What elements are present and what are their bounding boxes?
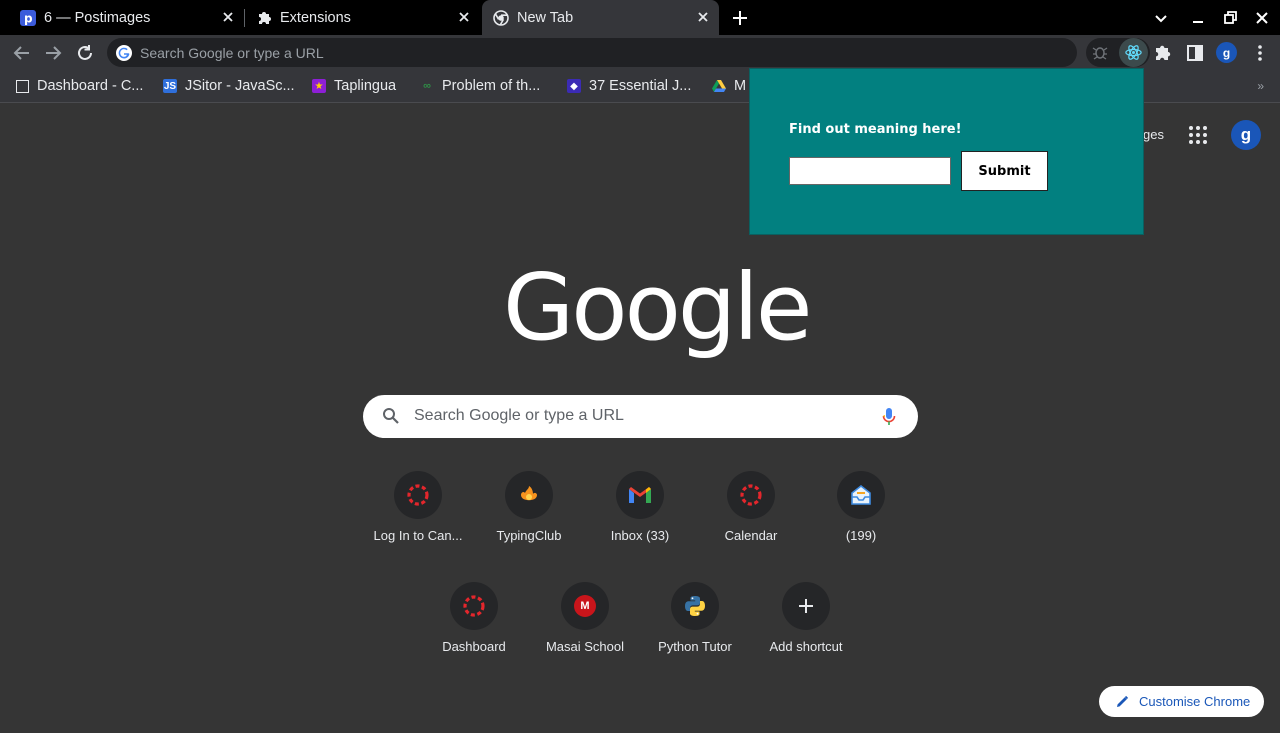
- shortcut-label: (199): [845, 528, 877, 543]
- close-window-icon[interactable]: [1252, 8, 1272, 28]
- shortcut-label: Log In to Can...: [373, 528, 463, 543]
- gmail-icon: [616, 471, 664, 519]
- side-panel-icon[interactable]: [1185, 43, 1205, 63]
- forward-arrow-icon[interactable]: [42, 42, 64, 64]
- bookmark-label: JSitor - JavaSc...: [185, 78, 295, 94]
- google-g-icon: [116, 44, 132, 61]
- react-devtools-button[interactable]: [1119, 38, 1148, 67]
- new-tab-plus-icon[interactable]: [729, 7, 751, 29]
- toptal-icon: ◆: [567, 79, 581, 93]
- bookmark-label: M: [734, 78, 747, 94]
- tab-title: 6 — Postimages: [44, 9, 151, 26]
- page-icon: [16, 79, 29, 93]
- chrome-icon: [493, 9, 509, 26]
- customise-chrome-button[interactable]: Customise Chrome: [1099, 686, 1264, 717]
- restore-icon[interactable]: [1220, 8, 1240, 28]
- extensions-pill: [1086, 38, 1150, 67]
- tab-postimages[interactable]: p 6 — Postimages: [12, 0, 244, 35]
- bookmark-label: Problem of th...: [442, 78, 541, 94]
- tab-extensions[interactable]: Extensions: [248, 0, 480, 35]
- shortcut-tile[interactable]: Calendar: [695, 471, 807, 581]
- shortcut-tile[interactable]: Python Tutor: [639, 582, 751, 692]
- google-logo: Google: [503, 254, 812, 361]
- bookmark-item[interactable]: ∞ Problem of th...: [420, 70, 540, 102]
- bookmark-item[interactable]: ★ Taplingua: [312, 70, 396, 102]
- shortcut-label: TypingClub: [496, 528, 562, 543]
- microphone-icon[interactable]: [882, 407, 896, 427]
- bookmark-item[interactable]: M: [712, 70, 746, 102]
- pencil-icon: [1117, 695, 1129, 707]
- react-icon: [1125, 45, 1142, 60]
- shortcut-label: Inbox (33): [610, 528, 670, 543]
- canvas-icon: [727, 471, 775, 519]
- inbox-tray-icon: [837, 471, 885, 519]
- postimages-icon: p: [20, 9, 36, 26]
- close-icon[interactable]: [458, 11, 470, 23]
- tab-title: Extensions: [280, 9, 351, 26]
- shortcut-tile[interactable]: Log In to Can...: [362, 471, 474, 581]
- tab-strip: p 6 — Postimages Extensions New Tab: [0, 0, 1280, 35]
- bookmark-label: 37 Essential J...: [589, 78, 692, 94]
- omnibox-placeholder: Search Google or type a URL: [140, 44, 324, 61]
- ntp-search-box[interactable]: Search Google or type a URL: [363, 395, 918, 438]
- shortcut-label: Python Tutor: [658, 639, 732, 654]
- svg-text:p: p: [24, 11, 33, 25]
- shortcut-tile[interactable]: TypingClub: [473, 471, 585, 581]
- bookmark-label: Taplingua: [334, 78, 397, 94]
- jsitor-icon: JS: [163, 79, 177, 93]
- extension-popup: Find out meaning here! Submit: [749, 68, 1144, 235]
- submit-button[interactable]: Submit: [961, 151, 1048, 191]
- drive-icon: [712, 79, 726, 93]
- masai-letter: M: [574, 595, 596, 617]
- bookmarks-overflow-icon[interactable]: »: [1257, 79, 1264, 93]
- add-shortcut-tile[interactable]: Add shortcut: [750, 582, 862, 692]
- typingclub-icon: [505, 471, 553, 519]
- puzzle-icon: [256, 10, 272, 26]
- extensions-puzzle-icon[interactable]: [1153, 43, 1173, 63]
- popup-title: Find out meaning here!: [789, 122, 962, 137]
- search-placeholder: Search Google or type a URL: [414, 407, 624, 424]
- toolbar: Search Google or type a URL: [0, 35, 1280, 70]
- close-icon[interactable]: [697, 11, 709, 23]
- shortcut-label: Masai School: [545, 639, 625, 654]
- shortcut-tile[interactable]: Inbox (33): [584, 471, 696, 581]
- tab-new-tab[interactable]: New Tab: [482, 0, 719, 35]
- word-input[interactable]: [789, 157, 951, 185]
- canvas-icon: [450, 582, 498, 630]
- shortcut-tile[interactable]: M Masai School: [529, 582, 641, 692]
- kebab-menu-icon[interactable]: [1250, 43, 1270, 63]
- bookmark-item[interactable]: Dashboard - C...: [16, 70, 143, 102]
- tab-title: New Tab: [517, 9, 574, 26]
- bookmark-label: Dashboard - C...: [37, 78, 144, 94]
- profile-avatar[interactable]: g: [1216, 42, 1237, 63]
- account-avatar[interactable]: g: [1231, 120, 1261, 150]
- shortcut-label: Dashboard: [442, 639, 506, 654]
- shortcut-tile[interactable]: (199): [805, 471, 917, 581]
- shortcut-label: Calendar: [724, 528, 778, 543]
- bookmark-item[interactable]: JS JSitor - JavaSc...: [163, 70, 295, 102]
- bug-icon[interactable]: [1090, 42, 1110, 62]
- shortcut-tile[interactable]: Dashboard: [418, 582, 530, 692]
- back-arrow-icon[interactable]: [11, 42, 33, 64]
- search-icon: [383, 408, 399, 424]
- tab-separator: [244, 9, 245, 27]
- bookmark-item[interactable]: ◆ 37 Essential J...: [567, 70, 691, 102]
- minimize-icon[interactable]: [1188, 8, 1208, 28]
- taplingua-icon: ★: [312, 79, 326, 93]
- close-icon[interactable]: [222, 11, 234, 23]
- shortcut-label: Add shortcut: [769, 639, 843, 654]
- masai-icon: M: [561, 582, 609, 630]
- tab-search-chevron-icon[interactable]: [1151, 8, 1171, 28]
- customise-label: Customise Chrome: [1139, 694, 1251, 709]
- google-apps-icon[interactable]: [1189, 126, 1207, 144]
- images-link[interactable]: ges: [1143, 127, 1164, 142]
- gfg-icon: ∞: [423, 80, 431, 92]
- canvas-icon: [394, 471, 442, 519]
- reload-icon[interactable]: [74, 42, 96, 64]
- plus-icon: [782, 582, 830, 630]
- omnibox[interactable]: Search Google or type a URL: [107, 38, 1077, 67]
- python-icon: [671, 582, 719, 630]
